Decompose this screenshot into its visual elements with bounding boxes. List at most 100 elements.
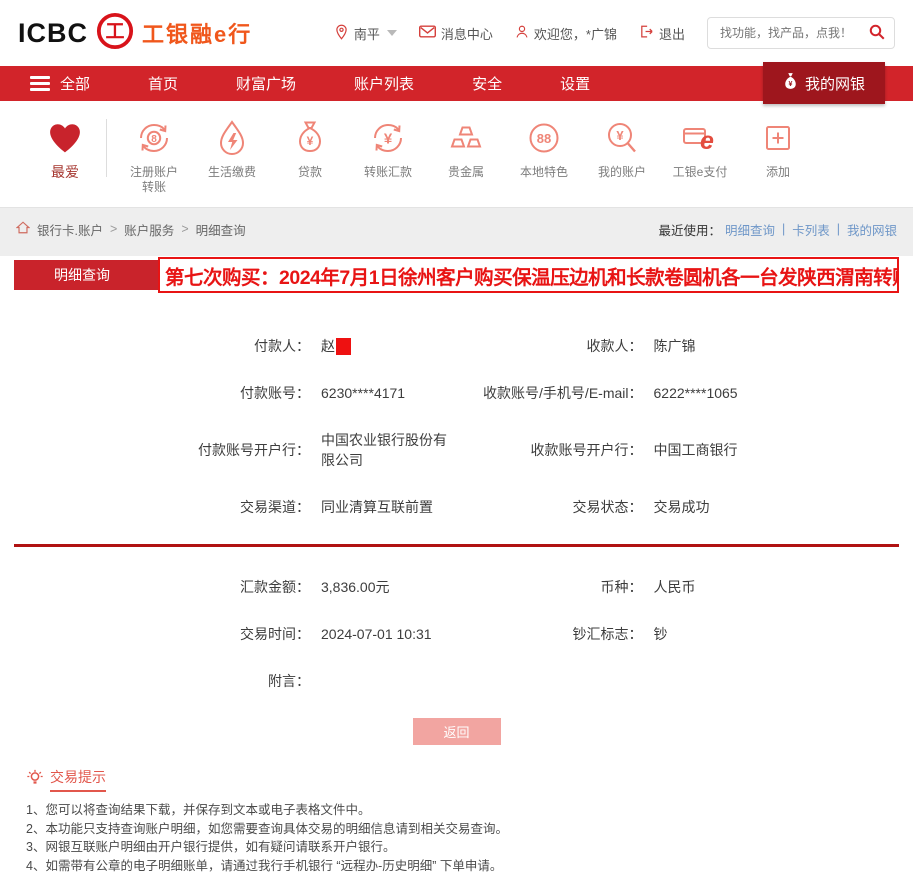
menu-icon <box>30 73 50 94</box>
logout-link[interactable]: 退出 <box>639 24 685 43</box>
search-box[interactable] <box>707 17 895 49</box>
logout-label: 退出 <box>658 26 685 42</box>
location-pin-icon <box>334 24 349 43</box>
heart-icon <box>26 117 104 159</box>
recently-used: 最近使用： 明细查询 | 卡列表 | 我的网银 <box>658 220 897 239</box>
amount-label: 汇款金额： <box>240 579 310 595</box>
recent-link-my-ebank[interactable]: 我的网银 <box>847 220 897 239</box>
payee-bank-value: 中国工商银行 <box>653 442 738 458</box>
payee-value: 陈广锦 <box>653 338 696 354</box>
svg-text:¥: ¥ <box>307 134 314 148</box>
location-label: 南平 <box>353 26 380 42</box>
nav-item-all[interactable]: 全部 <box>30 73 90 94</box>
payee-account-label: 收款账号/手机号/E-mail： <box>483 385 643 401</box>
payee-bank-label: 收款账号开户行： <box>530 442 643 458</box>
status-value: 交易成功 <box>653 499 710 515</box>
purchase-headline: 第七次购买：2024年7月1日徐州客户购买保温压边机和长款卷圆机各一台发陕西渭南… <box>165 266 899 289</box>
return-button[interactable]: 返回 <box>412 718 501 745</box>
search-icon[interactable] <box>868 23 886 44</box>
recent-link-detail-query[interactable]: 明细查询 <box>725 220 775 239</box>
nav-item-account-list[interactable]: 账户列表 <box>354 73 414 94</box>
time-label: 交易时间： <box>240 626 310 642</box>
tip-item: 1、您可以将查询结果下载，并保存到文本或电子表格文件中。 <box>26 803 371 817</box>
svg-text:¥: ¥ <box>789 80 793 88</box>
quick-item-register-transfer[interactable]: 8 注册账户转账 <box>115 117 193 195</box>
recently-used-label: 最近使用： <box>658 223 721 238</box>
cash-flag-label: 钞汇标志： <box>572 626 643 642</box>
quick-item-label: 生活缴费 <box>207 165 256 179</box>
money-bag-icon: ¥ <box>783 72 798 94</box>
nav-item-security[interactable]: 安全 <box>472 73 502 94</box>
quick-item-label: 转账汇款 <box>363 165 412 179</box>
my-ebank-label: 我的网银 <box>804 75 865 93</box>
quick-item-label: 注册账户转账 <box>129 165 178 194</box>
transfer-remit-icon: ¥ <box>349 117 427 159</box>
svg-text:¥: ¥ <box>384 131 393 148</box>
quick-item-label: 贷款 <box>297 165 322 179</box>
tab-detail-query[interactable]: 明细查询 <box>40 260 124 290</box>
quick-item-label: 贵金属 <box>447 165 484 179</box>
quick-item-life-payment[interactable]: 生活缴费 <box>193 117 271 180</box>
transaction-details: 付款人： 赵 收款人： 陈广锦 付款账号： 6230****4171 收款账号/… <box>0 294 913 745</box>
channel-value: 同业清算互联前置 <box>321 499 433 515</box>
nav-item-wealth-plaza[interactable]: 财富广场 <box>236 73 296 94</box>
user-icon <box>515 24 529 42</box>
svg-text:8: 8 <box>151 134 157 145</box>
breadcrumb-bank-card[interactable]: 银行卡.账户 <box>37 220 103 239</box>
link-separator: | <box>836 222 840 236</box>
bank-logo: ICBC 工 工银融e行 <box>18 12 252 55</box>
recent-link-card-list[interactable]: 卡列表 <box>792 220 830 239</box>
quick-item-label: 添加 <box>765 165 790 179</box>
quick-item-loan[interactable]: ¥ 贷款 <box>271 117 349 180</box>
quick-item-transfer-remit[interactable]: ¥ 转账汇款 <box>349 117 427 180</box>
quick-item-icbc-epay[interactable]: e 工银e支付 <box>661 117 739 180</box>
welcome-user[interactable]: 欢迎您，*广锦 <box>515 24 617 43</box>
redaction-block <box>336 337 351 355</box>
location-selector[interactable]: 南平 <box>334 24 397 43</box>
payer-bank-value: 中国农业银行股份有限公司 <box>321 432 447 468</box>
payer-bank-label: 付款账号开户行： <box>198 442 310 458</box>
search-input[interactable] <box>718 25 868 41</box>
payer-account-value: 6230****4171 <box>321 385 406 401</box>
quick-item-label: 我的账户 <box>597 165 646 179</box>
payer-value: 赵 <box>321 338 335 354</box>
tip-item: 4、如需带有公章的电子明细账单，请通过我行手机银行 “远程办-历史明细” 下单申… <box>26 858 503 873</box>
top-header: ICBC 工 工银融e行 南平 消息中心 欢迎您，*广锦 退出 找功能，找产品，… <box>0 0 913 66</box>
main-nav: 全部 首页 财富广场 账户列表 安全 设置 ¥ 我的网银 <box>0 62 913 104</box>
quick-item-precious-metal[interactable]: 贵金属 <box>427 117 505 180</box>
payer-label: 付款人： <box>254 338 310 354</box>
breadcrumb-separator: > <box>181 222 189 236</box>
breadcrumb: 银行卡.账户 > 账户服务 > 明细查询 <box>15 220 246 239</box>
currency-value: 人民币 <box>653 579 696 595</box>
icbc-logo-icon: 工 <box>96 12 134 55</box>
tip-item: 2、本功能只支持查询账户明细，如您需要查询具体交易的明细信息请到相关交易查询。 <box>26 821 508 836</box>
quick-item-add[interactable]: 添加 <box>739 117 817 180</box>
tip-item: 3、网银互联账户明细由开户银行提供，如有疑问请联系开户银行。 <box>26 840 396 854</box>
icbc-logo-text: ICBC <box>18 17 88 48</box>
svg-text:88: 88 <box>537 131 551 146</box>
chevron-down-icon <box>386 30 397 36</box>
message-center-label: 消息中心 <box>440 26 493 42</box>
favorites-button[interactable]: 最爱 <box>26 117 104 180</box>
message-center-link[interactable]: 消息中心 <box>418 24 493 43</box>
my-ebank-button[interactable]: ¥ 我的网银 <box>762 62 885 104</box>
nav-item-home[interactable]: 首页 <box>148 73 178 94</box>
svg-text:工: 工 <box>105 21 124 42</box>
breadcrumb-account-service[interactable]: 账户服务 <box>124 220 174 239</box>
quick-item-label: 本地特色 <box>519 165 568 179</box>
link-separator: | <box>781 222 786 236</box>
account-search-icon: ¥ <box>583 117 661 159</box>
tips-list: 1、您可以将查询结果下载，并保存到文本或电子表格文件中。 2、本功能只支持查询账… <box>26 801 893 875</box>
quick-item-my-account[interactable]: ¥ 我的账户 <box>583 117 661 180</box>
status-label: 交易状态： <box>572 499 643 515</box>
cash-flag-value: 钞 <box>653 626 668 642</box>
page-banner: 明细查询 第七次购买：2024年7月1日徐州客户购买保温压边机和长款卷圆机各一台… <box>14 256 899 294</box>
tips-title: 交易提示 <box>50 767 106 792</box>
quick-item-label: 工银e支付 <box>672 165 728 179</box>
nav-item-settings[interactable]: 设置 <box>560 73 590 94</box>
welcome-label: 欢迎您，*广锦 <box>533 26 617 42</box>
breadcrumb-detail-query[interactable]: 明细查询 <box>196 220 246 239</box>
quick-item-local-featured[interactable]: 88 本地特色 <box>505 117 583 180</box>
home-icon[interactable] <box>15 221 31 237</box>
payee-label: 收款人： <box>586 338 643 354</box>
